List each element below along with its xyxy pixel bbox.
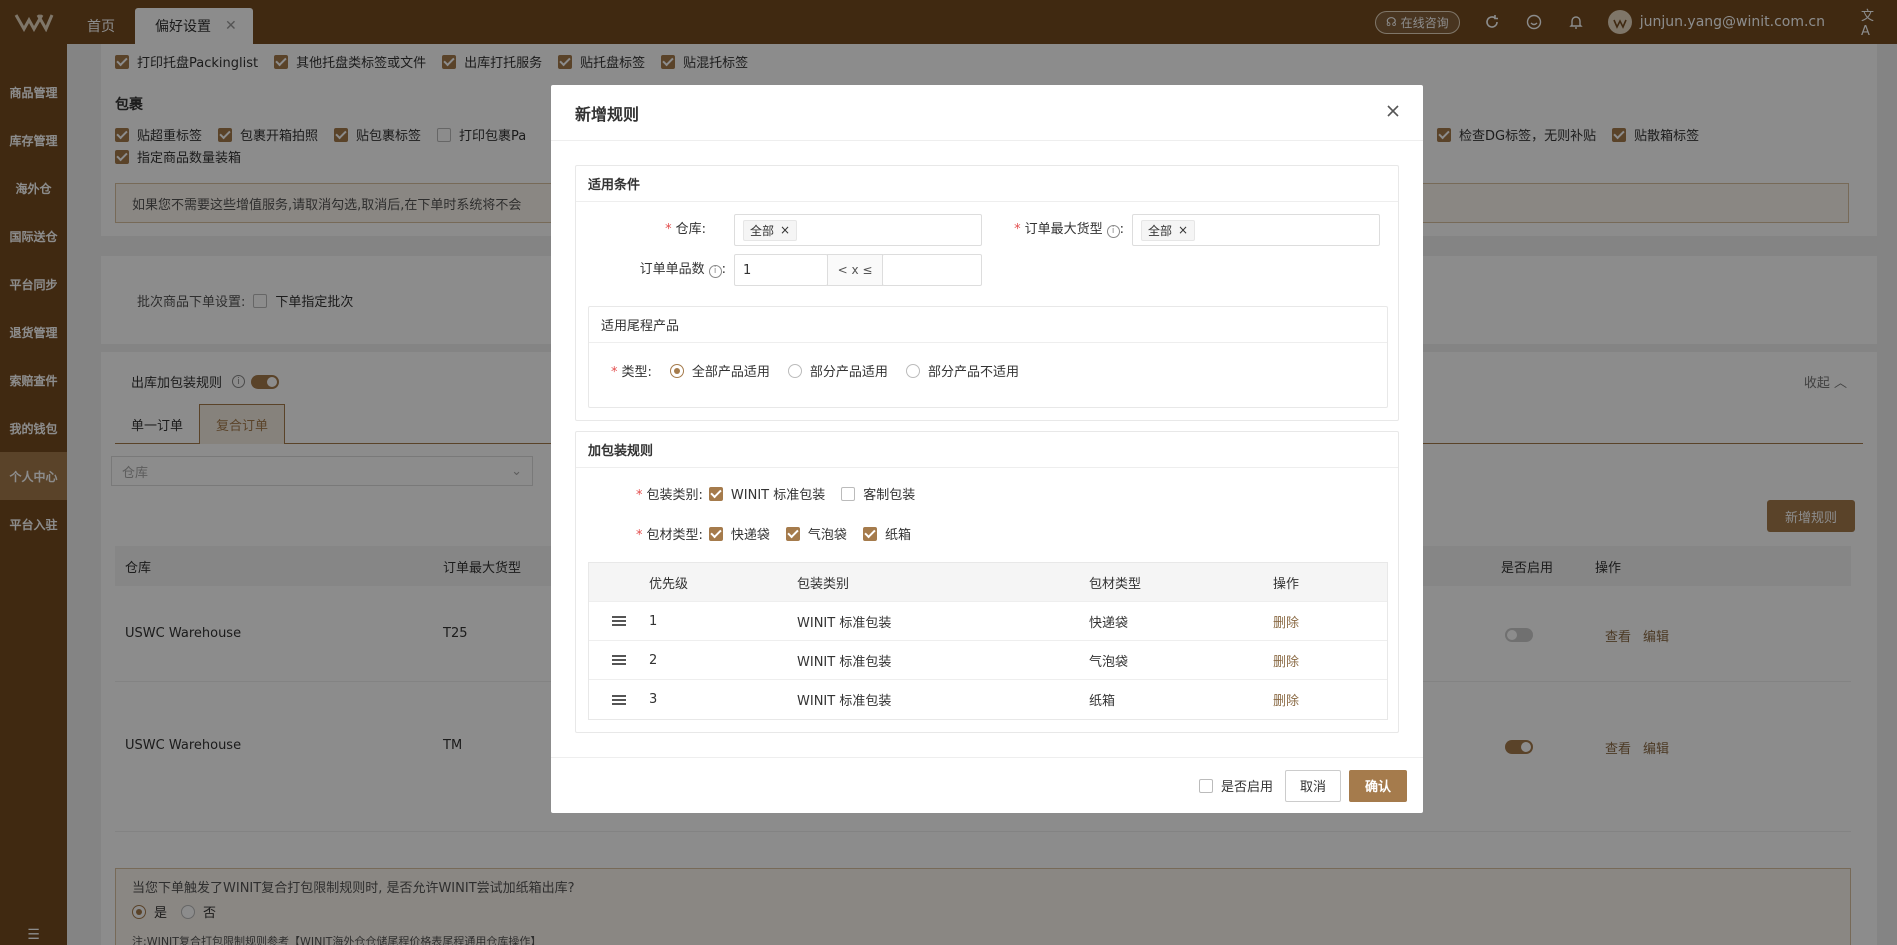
material-carton[interactable]: 纸箱 [862,524,911,543]
modal-footer: 是否启用 取消 确认 [551,757,1423,813]
section-title: 适用条件 [588,178,641,193]
label-text: 类型 [621,365,648,380]
warehouse-label: * 仓库: [665,222,706,237]
delete-link[interactable]: 删除 [1273,612,1373,631]
delete-link[interactable]: 删除 [1273,690,1373,709]
modal-title-text: 新增规则 [575,104,640,124]
range-operator: < x ≤ [827,254,883,286]
type-some-excluded[interactable]: 部分产品不适用 [905,361,1019,380]
cell-category: WINIT 标准包装 [797,694,892,709]
drag-handle-icon[interactable] [589,655,649,665]
label-text: 订单单品数 [639,262,705,277]
label-text: 仓库 [675,222,702,237]
material-bubble-bag[interactable]: 气泡袋 [785,524,847,543]
pack-category-row: * 包装类别: WINIT 标准包装 客制包装 [636,484,915,503]
cell-priority: 2 [649,652,658,668]
button-label: 确认 [1364,780,1391,795]
item-count-min-input[interactable]: 1 [734,254,828,286]
last-mile-title: 适用尾程产品 [589,307,1387,343]
label-text: 包装类别 [646,488,699,503]
checkbox[interactable] [862,526,877,541]
table-row: 2 WINIT 标准包装 气泡袋 删除 [589,641,1387,680]
tag-close-icon[interactable]: × [1178,223,1188,237]
info-icon[interactable]: i [708,264,722,278]
type-some-products[interactable]: 部分产品适用 [787,361,888,380]
type-all-products[interactable]: 全部产品适用 [669,361,770,380]
cell-material: 气泡袋 [1089,654,1129,670]
checkbox[interactable] [1198,778,1213,793]
type-radio-group: * 类型: 全部产品适用 部分产品适用 部分产品不适用 [611,361,1019,380]
option-label: 客制包装 [863,488,916,503]
drag-handle-icon[interactable] [589,616,649,626]
warehouse-select[interactable]: 全部 × [734,214,982,246]
material-express-bag[interactable]: 快递袋 [708,524,770,543]
tag-label: 全部 [750,223,775,238]
warehouse-tag: 全部 × [743,219,798,241]
cell-priority: 3 [649,692,658,707]
info-icon[interactable]: i [1106,224,1120,238]
max-size-label: * 订单最大货型 i: [1014,222,1124,238]
close-icon[interactable] [1383,101,1403,121]
pack-category-winit-standard[interactable]: WINIT 标准包装 [708,484,826,503]
label-text: 订单最大货型 [1024,222,1103,237]
option-label: 纸箱 [884,528,911,543]
cell-category: WINIT 标准包装 [797,654,892,670]
modal-title: 新增规则 [551,85,1423,141]
cell-material: 纸箱 [1089,694,1116,709]
checkbox[interactable] [841,486,856,501]
button-label: 取消 [1299,780,1326,795]
confirm-button[interactable]: 确认 [1348,769,1407,802]
label-text: 包材类型 [646,528,699,543]
section-title: 适用尾程产品 [601,319,680,334]
cell-category: WINIT 标准包装 [797,615,892,631]
checkbox[interactable] [708,526,723,541]
radio-label: 部分产品不适用 [927,365,1019,380]
item-count-label: 订单单品数 i: [639,262,726,278]
input-value: 1 [743,262,752,278]
cell-priority: 1 [649,613,658,629]
operator-text: < x ≤ [837,263,873,277]
material-row: * 包材类型: 快递袋 气泡袋 纸箱 [636,524,911,543]
radio[interactable] [669,363,684,378]
option-label: 气泡袋 [807,528,847,543]
conditions-section: 适用条件 * 仓库: 全部 × * 订单最大货型 i: 全部 × 订单单品数 i: 1 < … [575,165,1399,421]
col-priority: 优先级 [649,576,689,592]
max-size-tag: 全部 × [1141,219,1196,241]
table-row: 1 WINIT 标准包装 快递袋 删除 [589,602,1387,641]
packing-rules-section: 加包装规则 * 包装类别: WINIT 标准包装 客制包装 * 包材类型: 快递袋 … [575,431,1399,733]
col-action: 操作 [1273,576,1300,592]
material-label: * 包材类型: [636,528,703,543]
option-label: 是否启用 [1220,780,1273,795]
option-label: WINIT 标准包装 [730,488,826,503]
pack-category-label: * 包装类别: [636,488,703,503]
enable-checkbox[interactable]: 是否启用 [1198,776,1273,795]
checkbox[interactable] [708,486,723,501]
pack-category-custom[interactable]: 客制包装 [841,484,915,503]
packing-title: 加包装规则 [576,432,1398,468]
radio-label: 部分产品适用 [809,365,888,380]
col-material: 包材类型 [1089,576,1142,592]
add-rule-modal: 新增规则 适用条件 * 仓库: 全部 × * 订单最大货型 i: 全部 × 订单单品数 i:… [551,85,1423,813]
item-count-max-input[interactable] [882,254,982,286]
delete-link[interactable]: 删除 [1273,651,1373,670]
radio-label: 全部产品适用 [691,365,770,380]
col-category: 包装类别 [797,576,850,592]
radio[interactable] [905,363,920,378]
tag-label: 全部 [1148,223,1173,238]
drag-handle-icon[interactable] [589,694,649,705]
radio[interactable] [787,363,802,378]
table-header-row: 优先级 包装类别 包材类型 操作 [589,563,1387,602]
section-title: 加包装规则 [588,444,654,459]
last-mile-section: 适用尾程产品 * 类型: 全部产品适用 部分产品适用 部分产品不适用 [588,306,1388,408]
type-label: * 类型: [611,365,652,380]
option-label: 快递袋 [730,528,770,543]
cancel-button[interactable]: 取消 [1284,769,1341,802]
max-size-select[interactable]: 全部 × [1132,214,1380,246]
cell-material: 快递袋 [1089,615,1129,631]
conditions-title: 适用条件 [576,166,1398,202]
tag-close-icon[interactable]: × [780,223,790,237]
packing-priority-table: 优先级 包装类别 包材类型 操作 1 WINIT 标准包装 快递袋 删除 2 W… [588,562,1388,720]
checkbox[interactable] [785,526,800,541]
table-row: 3 WINIT 标准包装 纸箱 删除 [589,680,1387,719]
